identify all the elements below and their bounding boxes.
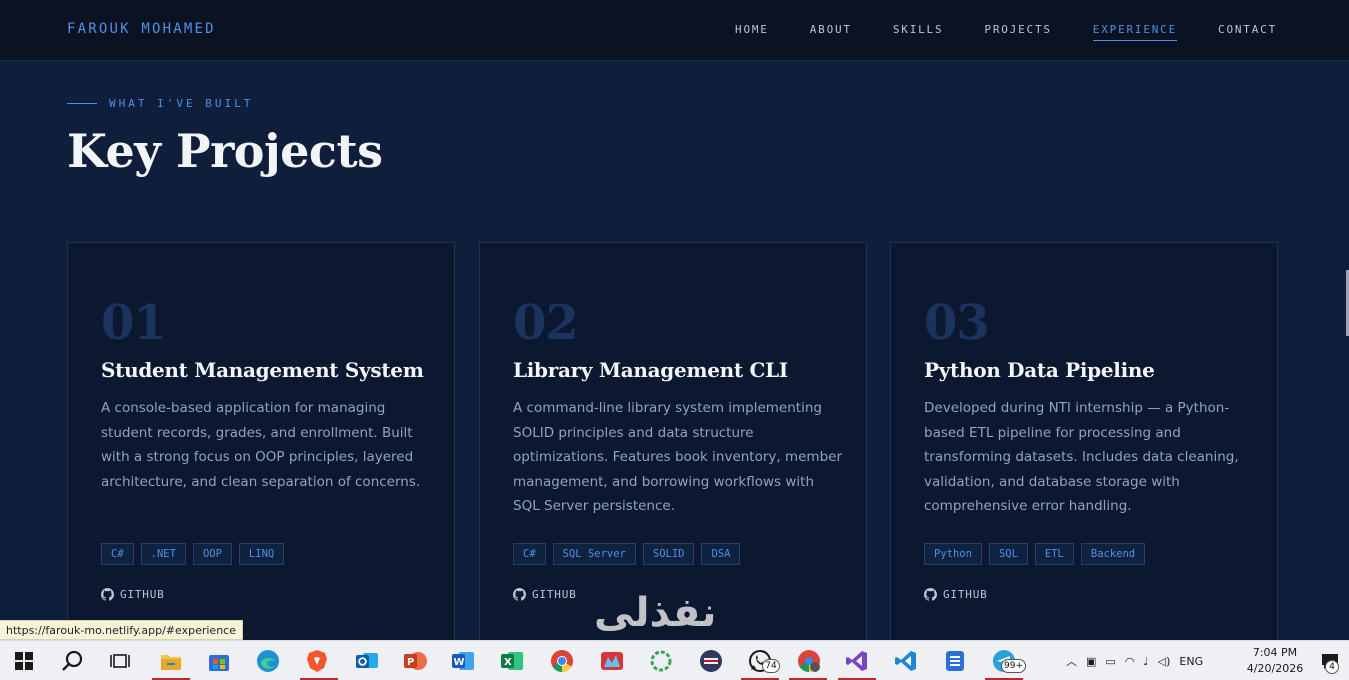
sync-icon[interactable]: [647, 647, 675, 675]
tech-tag: LINQ: [238, 543, 285, 565]
nav-links: HOME ABOUT SKILLS PROJECTS EXPERIENCE CO…: [735, 23, 1277, 41]
nav-link-skills[interactable]: SKILLS: [893, 23, 944, 41]
svg-text:W: W: [454, 657, 465, 668]
portfolio-page: FAROUK MOHAMED HOME ABOUT SKILLS PROJECT…: [0, 0, 1349, 640]
project-card: 02 Library Management CLI A command-line…: [479, 242, 867, 640]
watermark-text: نفذلى: [594, 590, 717, 636]
eyebrow-divider: [67, 103, 97, 104]
vscode-icon[interactable]: [892, 647, 920, 675]
meet-now-icon[interactable]: ▣: [1086, 655, 1096, 668]
tech-tag: Python: [924, 543, 982, 565]
tech-tag: ETL: [1034, 543, 1074, 565]
tech-tag: C#: [513, 543, 546, 565]
nav-link-about[interactable]: ABOUT: [810, 23, 852, 41]
github-link-label: GITHUB: [943, 588, 988, 601]
svg-text:X: X: [504, 657, 512, 668]
whatsapp-badge: 74: [762, 659, 780, 673]
project-description: Developed during NTI internship — a Pyth…: [924, 400, 1239, 514]
vpn-icon[interactable]: [697, 647, 725, 675]
task-view-icon[interactable]: [106, 647, 134, 675]
word-icon[interactable]: W: [449, 647, 477, 675]
project-title: Student Management System: [101, 358, 424, 382]
file-explorer-icon[interactable]: [157, 647, 185, 675]
search-icon[interactable]: [58, 647, 86, 675]
tech-tag: .NET: [140, 543, 186, 565]
telegram-badge: 99+: [1001, 659, 1026, 673]
brand-logo[interactable]: FAROUK MOHAMED: [67, 21, 216, 37]
wifi-icon[interactable]: ◠: [1125, 655, 1135, 668]
chrome-profile-icon[interactable]: [795, 647, 823, 675]
nav-link-projects[interactable]: PROJECTS: [984, 23, 1051, 41]
microsoft-store-icon[interactable]: [205, 647, 233, 675]
notification-badge: 4: [1325, 660, 1339, 674]
github-link[interactable]: GITHUB: [924, 588, 988, 601]
section-eyebrow: WHAT I'VE BUILT: [67, 97, 253, 110]
clock-date: 4/20/2026: [1246, 662, 1304, 675]
project-number: 03: [924, 295, 990, 351]
project-card: 01 Student Management System A console-b…: [67, 242, 455, 640]
project-number: 01: [101, 295, 167, 351]
excel-icon[interactable]: X: [498, 647, 526, 675]
tech-tag: DSA: [701, 543, 741, 565]
project-title: Python Data Pipeline: [924, 358, 1155, 382]
link-status-url: https://farouk-mo.netlify.app/#experienc…: [0, 620, 243, 640]
visual-studio-icon[interactable]: [843, 647, 871, 675]
github-link-label: GITHUB: [120, 588, 165, 601]
windows-start-icon[interactable]: [10, 647, 38, 675]
github-link-label: GITHUB: [532, 588, 577, 601]
github-icon: [513, 588, 526, 601]
nav-link-contact[interactable]: CONTACT: [1218, 23, 1277, 41]
chrome-icon[interactable]: [548, 647, 576, 675]
project-description: A command-line library system implementi…: [513, 400, 843, 514]
project-tags: C# .NET OOP LINQ: [101, 543, 285, 565]
project-tags: Python SQL ETL Backend: [924, 543, 1146, 565]
nav-link-experience[interactable]: EXPERIENCE: [1092, 23, 1178, 41]
github-icon: [101, 588, 114, 601]
svg-text:P: P: [407, 657, 414, 668]
outlook-icon[interactable]: [353, 647, 381, 675]
app-blue-icon[interactable]: [941, 647, 969, 675]
edge-icon[interactable]: [254, 647, 282, 675]
brave-icon[interactable]: [303, 647, 331, 675]
powerpoint-icon[interactable]: P: [401, 647, 429, 675]
github-icon: [924, 588, 937, 601]
tech-tag: Backend: [1080, 543, 1146, 565]
github-link[interactable]: GITHUB: [513, 588, 577, 601]
project-number: 02: [513, 295, 579, 351]
project-card: 03 Python Data Pipeline Developed during…: [890, 242, 1278, 640]
windows-taskbar: P W X 74 99+ ︿ ▣ ▭ ◠ ♩ ◁) ENG 7:04 PM 4/…: [0, 640, 1349, 680]
chevron-up-icon[interactable]: ︿: [1066, 653, 1077, 669]
section-title: Key Projects: [67, 124, 383, 178]
clock-time: 7:04 PM: [1252, 646, 1298, 659]
eyebrow-text: WHAT I'VE BUILT: [109, 97, 254, 110]
system-tray: ︿ ▣ ▭ ◠ ♩ ◁) ENG: [1066, 641, 1203, 680]
tech-tag: C#: [101, 543, 134, 565]
nav-link-home[interactable]: HOME: [735, 23, 769, 41]
tech-tag: SOLID: [642, 543, 695, 565]
project-description: A console-based application for managing…: [101, 400, 421, 490]
top-nav: FAROUK MOHAMED HOME ABOUT SKILLS PROJECT…: [0, 0, 1349, 61]
tech-tag: OOP: [192, 543, 232, 565]
microphone-icon[interactable]: ♩: [1143, 655, 1148, 668]
battery-icon[interactable]: ▭: [1105, 655, 1115, 668]
language-indicator[interactable]: ENG: [1179, 655, 1203, 668]
tech-tag: SQL Server: [552, 543, 636, 565]
clock[interactable]: 7:04 PM 4/20/2026: [1244, 645, 1306, 677]
app-icon[interactable]: [598, 647, 626, 675]
project-title: Library Management CLI: [513, 358, 788, 382]
project-tags: C# SQL Server SOLID DSA: [513, 543, 741, 565]
volume-icon[interactable]: ◁): [1158, 655, 1171, 668]
github-link[interactable]: GITHUB: [101, 588, 165, 601]
tech-tag: SQL: [988, 543, 1028, 565]
